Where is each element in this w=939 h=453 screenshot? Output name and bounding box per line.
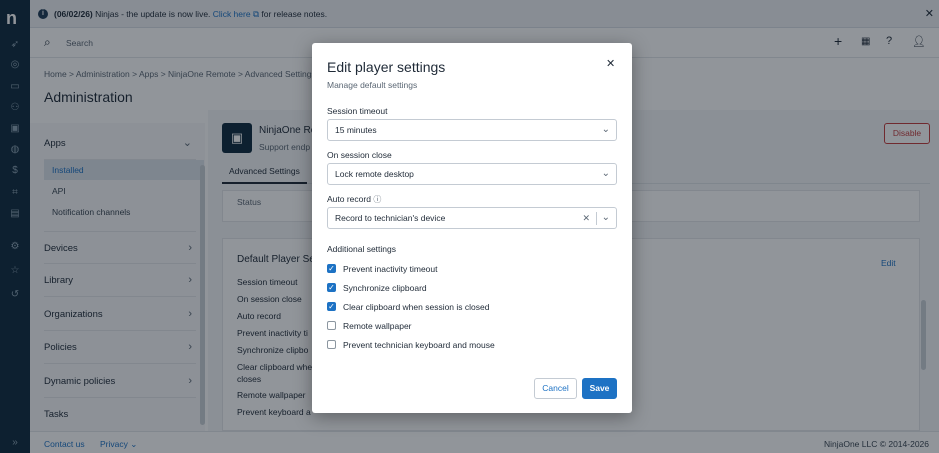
session-timeout-select[interactable]: 15 minutes ⌄ [327,119,617,141]
clear-icon[interactable]: ✕ [582,208,590,228]
auto-record-select[interactable]: Record to technician's device ✕ ⌄ [327,207,617,229]
modal-title: Edit player settings [327,59,446,75]
modal-subtitle: Manage default settings [327,80,418,90]
on-session-close-label: On session close [327,150,392,160]
checkbox-remote-wallpaper[interactable] [327,321,336,330]
session-timeout-label: Session timeout [327,106,388,116]
cancel-button[interactable]: Cancel [534,378,577,399]
auto-record-label: Auto record ⓘ [327,194,382,204]
checkbox-label: Prevent technician keyboard and mouse [343,340,495,350]
info-icon[interactable]: ⓘ [373,195,381,204]
chevron-down-icon: ⌄ [601,212,610,223]
checkbox-label: Remote wallpaper [343,321,412,331]
chevron-down-icon: ⌄ [601,168,610,179]
checkbox-prevent-keyboard-mouse[interactable] [327,340,336,349]
checkbox-label: Clear clipboard when session is closed [343,302,490,312]
checkbox-synchronize-clipboard[interactable]: ✓ [327,283,336,292]
checkbox-clear-clipboard[interactable]: ✓ [327,302,336,311]
chevron-down-icon: ⌄ [601,124,610,135]
checkbox-label: Synchronize clipboard [343,283,427,293]
checkbox-prevent-inactivity-timeout[interactable]: ✓ [327,264,336,273]
additional-settings-label: Additional settings [327,244,396,254]
save-button[interactable]: Save [582,378,617,399]
checkbox-label: Prevent inactivity timeout [343,264,438,274]
on-session-close-select[interactable]: Lock remote desktop ⌄ [327,163,617,185]
close-icon[interactable]: ✕ [606,57,615,70]
edit-player-settings-modal: Edit player settings Manage default sett… [312,43,632,413]
select-divider [596,212,597,225]
